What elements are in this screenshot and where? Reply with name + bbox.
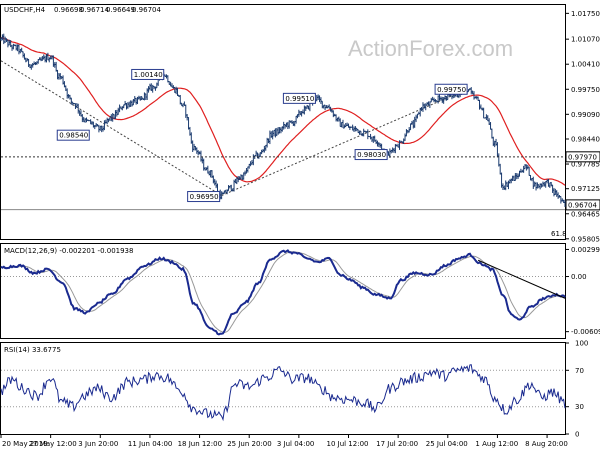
macd-main-line bbox=[0, 249, 566, 336]
x-axis-label: 3 Jun 20:00 bbox=[78, 440, 118, 448]
x-axis-label: 3 Jul 04:00 bbox=[277, 440, 315, 448]
macd-trendline bbox=[477, 259, 566, 299]
x-axis-label: 10 Jul 12:00 bbox=[327, 440, 369, 448]
rsi-axis-label: 0 bbox=[575, 431, 579, 439]
rsi-axis-label: 100 bbox=[575, 340, 588, 348]
x-axis-label: 8 Aug 20:00 bbox=[525, 440, 568, 448]
price-axis-label: 0.99750 bbox=[571, 86, 600, 94]
x-axis-label: 25 Jul 04:00 bbox=[426, 440, 468, 448]
x-axis-label: 18 Jun 12:00 bbox=[178, 440, 222, 448]
rsi-axis-label: 70 bbox=[575, 367, 584, 375]
fib-label: 61.8 bbox=[551, 230, 567, 238]
price-axis-label: 0.99090 bbox=[571, 111, 600, 119]
chart-root: ActionForex.com 1.01750 1.01070 1.00410 0.9… bbox=[0, 0, 600, 450]
price-annotation-label: 0.99750 bbox=[437, 86, 466, 94]
price-axis-label: 1.01070 bbox=[571, 36, 600, 44]
x-axis-label: 1 Aug 12:00 bbox=[475, 440, 518, 448]
price-axis-label: 0.96465 bbox=[571, 210, 600, 218]
price-axis-label: 0.97125 bbox=[571, 185, 600, 193]
x-axis-label: 25 Jun 20:00 bbox=[227, 440, 271, 448]
price-axis-label: 1.00410 bbox=[571, 61, 600, 69]
level-price-label: 0.97970 bbox=[568, 153, 597, 161]
rsi-panel bbox=[0, 342, 566, 435]
current-price-label: 0.96704 bbox=[568, 201, 597, 209]
watermark: ActionForex.com bbox=[348, 36, 513, 61]
symbol-label: USDCHF,H4 bbox=[4, 6, 46, 14]
price-axis-label: 1.01750 bbox=[571, 10, 600, 18]
price-axis-label: 0.95805 bbox=[571, 235, 600, 243]
price-annotation-label: 0.99510 bbox=[285, 95, 314, 103]
rsi-line bbox=[0, 364, 566, 422]
price-annotation-label: 0.96950 bbox=[190, 193, 219, 201]
x-axis-label: 17 Jul 20:00 bbox=[376, 440, 418, 448]
x-axis-label: 11 Jun 04:00 bbox=[128, 440, 172, 448]
price-annotation-label: 1.00140 bbox=[134, 71, 163, 79]
rsi-axis-label: 30 bbox=[575, 403, 584, 411]
price-annotation-label: 0.98030 bbox=[357, 151, 386, 159]
price-annotation-label: 0.98540 bbox=[59, 132, 88, 140]
macd-panel bbox=[0, 243, 566, 339]
rsi-label: RSI(14) 33.6775 bbox=[4, 346, 61, 354]
ohlc-close: 0.96704 bbox=[132, 6, 161, 14]
macd-axis-label: 0.00 bbox=[571, 273, 587, 281]
ohlc-open: 0.96698 bbox=[54, 6, 83, 14]
macd-axis-label: -0.006097 bbox=[571, 328, 600, 336]
macd-axis-label: 0.002998 bbox=[571, 246, 600, 254]
macd-label: MACD(12,26,9) -0.002201 -0.001938 bbox=[4, 247, 133, 255]
x-axis-label: 27 May 12:00 bbox=[29, 440, 77, 448]
forex-chart: ActionForex.com 1.01750 1.01070 1.00410 0.9… bbox=[0, 4, 600, 448]
ohlc-low: 0.96649 bbox=[106, 6, 135, 14]
price-axis-label: 0.98440 bbox=[571, 135, 600, 143]
